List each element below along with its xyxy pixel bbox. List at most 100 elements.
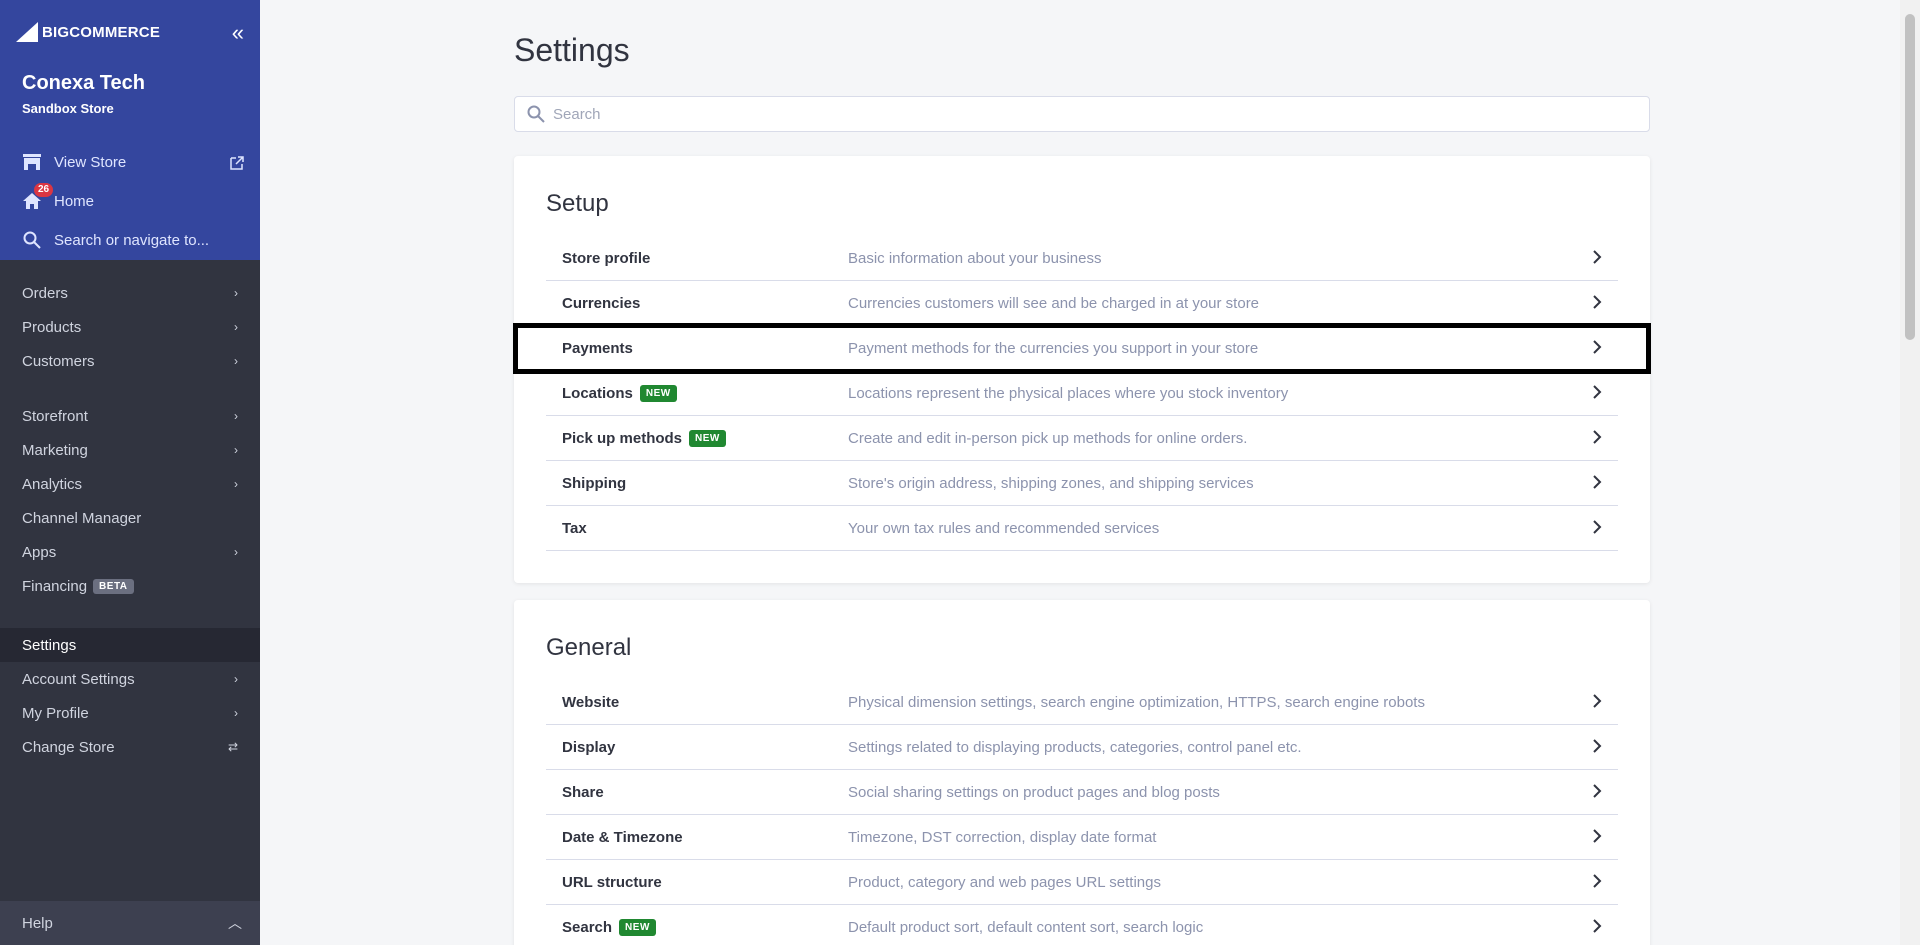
chevron-right-icon <box>1582 873 1602 891</box>
main-content: Settings Setup Store profile Basic inform… <box>260 0 1900 945</box>
row-title: Display <box>562 739 848 756</box>
settings-row-website[interactable]: Website Physical dimension settings, sear… <box>546 680 1618 725</box>
row-title: Currencies <box>562 295 848 312</box>
chevron-right-icon <box>1582 384 1602 402</box>
sidebar-nav-secondary: Storefront › Marketing › Analytics › Channe… <box>0 399 260 603</box>
page-title: Settings <box>514 32 630 68</box>
chevron-right-icon <box>1582 429 1602 447</box>
sidebar-item-products[interactable]: Products › <box>0 310 260 344</box>
bigcommerce-logo[interactable]: BIGCOMMERCE <box>14 20 160 44</box>
row-description: Create and edit in-person pick up method… <box>848 429 1248 447</box>
settings-row-search[interactable]: Search NEW Default product sort, default c… <box>546 905 1618 945</box>
row-title: Website <box>562 694 848 711</box>
view-store-label: View Store <box>54 153 127 171</box>
row-title: Store profile <box>562 250 848 267</box>
sidebar-item-channel-manager[interactable]: Channel Manager <box>0 501 260 535</box>
settings-row-payments[interactable]: Payments Payment methods for the currenci… <box>513 323 1651 374</box>
nav-label: Storefront <box>22 407 88 425</box>
nav-label: Analytics <box>22 475 83 493</box>
chevron-right-icon <box>1582 249 1602 267</box>
chevron-right-icon <box>1582 474 1602 492</box>
row-title-text: URL structure <box>562 873 662 891</box>
storefront-icon <box>22 152 42 172</box>
new-badge: NEW <box>689 429 726 447</box>
row-description: Your own tax rules and recommended servi… <box>848 519 1160 537</box>
settings-row-date-timezone[interactable]: Date & Timezone Timezone, DST correction,… <box>546 815 1618 860</box>
home-link[interactable]: 26 Home <box>22 183 94 211</box>
sidebar-search[interactable]: Search or navigate to... <box>22 230 209 250</box>
sidebar-item-account-settings[interactable]: Account Settings › <box>0 662 260 696</box>
sidebar: BIGCOMMERCE « Conexa Tech Sandbox Store … <box>0 0 260 945</box>
scrollbar-thumb[interactable] <box>1905 14 1915 340</box>
row-title-text: Store profile <box>562 249 651 267</box>
chevron-right-icon: › <box>234 409 238 423</box>
row-title: Shipping <box>562 475 848 492</box>
row-title: Payments <box>562 340 848 357</box>
nav-label: Customers <box>22 352 95 370</box>
row-title: Share <box>562 784 848 801</box>
nav-label: Channel Manager <box>22 509 142 527</box>
settings-row-store-profile[interactable]: Store profile Basic information about you… <box>546 236 1618 281</box>
sidebar-item-customers[interactable]: Customers › <box>0 344 260 378</box>
row-title-text: Date & Timezone <box>562 828 683 846</box>
chevron-right-icon <box>1582 693 1602 711</box>
row-description: Social sharing settings on product pages… <box>848 783 1220 801</box>
search-input[interactable] <box>553 105 1553 123</box>
sidebar-item-financing[interactable]: Financing BETA <box>0 569 260 603</box>
settings-row-display[interactable]: Display Settings related to displaying pr… <box>546 725 1618 770</box>
sidebar-item-storefront[interactable]: Storefront › <box>0 399 260 433</box>
sidebar-item-change-store[interactable]: Change Store ⇄ <box>0 730 260 764</box>
settings-row-pick-up-methods[interactable]: Pick up methods NEW Create and edit in-per… <box>546 416 1618 461</box>
row-description: Settings related to displaying products,… <box>848 738 1302 756</box>
help-label: Help <box>22 914 53 932</box>
row-title-text: Locations <box>562 384 633 402</box>
chevron-right-icon: › <box>234 443 238 457</box>
external-link-icon[interactable] <box>230 156 244 170</box>
row-title-text: Tax <box>562 519 587 537</box>
settings-row-share[interactable]: Share Social sharing settings on product … <box>546 770 1618 815</box>
settings-row-shipping[interactable]: Shipping Store's origin address, shipping… <box>546 461 1618 506</box>
sidebar-item-settings[interactable]: Settings <box>0 628 260 662</box>
settings-row-currencies[interactable]: Currencies Currencies customers will see … <box>546 281 1618 326</box>
nav-label: Change Store <box>22 738 115 756</box>
chevron-right-icon: › <box>234 545 238 559</box>
row-description: Currencies customers will see and be cha… <box>848 294 1260 312</box>
nav-label: Marketing <box>22 441 88 459</box>
settings-row-url-structure[interactable]: URL structure Product, category and web p… <box>546 860 1618 905</box>
chevron-right-icon <box>1582 519 1602 537</box>
general-heading: General <box>546 634 632 661</box>
collapse-sidebar-icon[interactable]: « <box>232 20 244 46</box>
chevron-right-icon: › <box>234 286 238 300</box>
row-description: Payment methods for the currencies you s… <box>848 339 1259 357</box>
sidebar-item-apps[interactable]: Apps › <box>0 535 260 569</box>
chevron-right-icon: › <box>234 477 238 491</box>
row-description: Default product sort, default content so… <box>848 918 1204 936</box>
row-title-text: Pick up methods <box>562 429 683 447</box>
beta-badge: BETA <box>93 578 134 594</box>
row-description: Physical dimension settings, search engi… <box>848 693 1425 711</box>
sidebar-item-analytics[interactable]: Analytics › <box>0 467 260 501</box>
scrollbar[interactable] <box>1900 0 1920 945</box>
search-icon <box>527 105 545 123</box>
logo-icon <box>16 22 38 42</box>
view-store-link[interactable]: View Store <box>22 152 126 172</box>
settings-search[interactable] <box>514 96 1650 132</box>
chevron-right-icon <box>1582 783 1602 801</box>
settings-row-tax[interactable]: Tax Your own tax rules and recommended se… <box>546 506 1618 551</box>
settings-row-locations[interactable]: Locations NEW Locations represent the phys… <box>546 371 1618 416</box>
sidebar-item-marketing[interactable]: Marketing › <box>0 433 260 467</box>
sidebar-item-orders[interactable]: Orders › <box>0 276 260 310</box>
row-title-text: Currencies <box>562 294 641 312</box>
help-button[interactable]: Help ︿ <box>0 901 260 945</box>
row-title-text: Payments <box>562 339 633 357</box>
nav-label: Financing <box>22 577 88 595</box>
new-badge: NEW <box>619 918 656 936</box>
row-title-text: Display <box>562 738 616 756</box>
nav-label: Products <box>22 318 82 336</box>
row-description: Locations represent the physical places … <box>848 384 1289 402</box>
sidebar-item-my-profile[interactable]: My Profile › <box>0 696 260 730</box>
chevron-right-icon <box>1582 828 1602 846</box>
chevron-right-icon <box>1582 918 1602 936</box>
row-title: Pick up methods NEW <box>562 429 848 447</box>
chevron-right-icon: › <box>234 320 238 334</box>
